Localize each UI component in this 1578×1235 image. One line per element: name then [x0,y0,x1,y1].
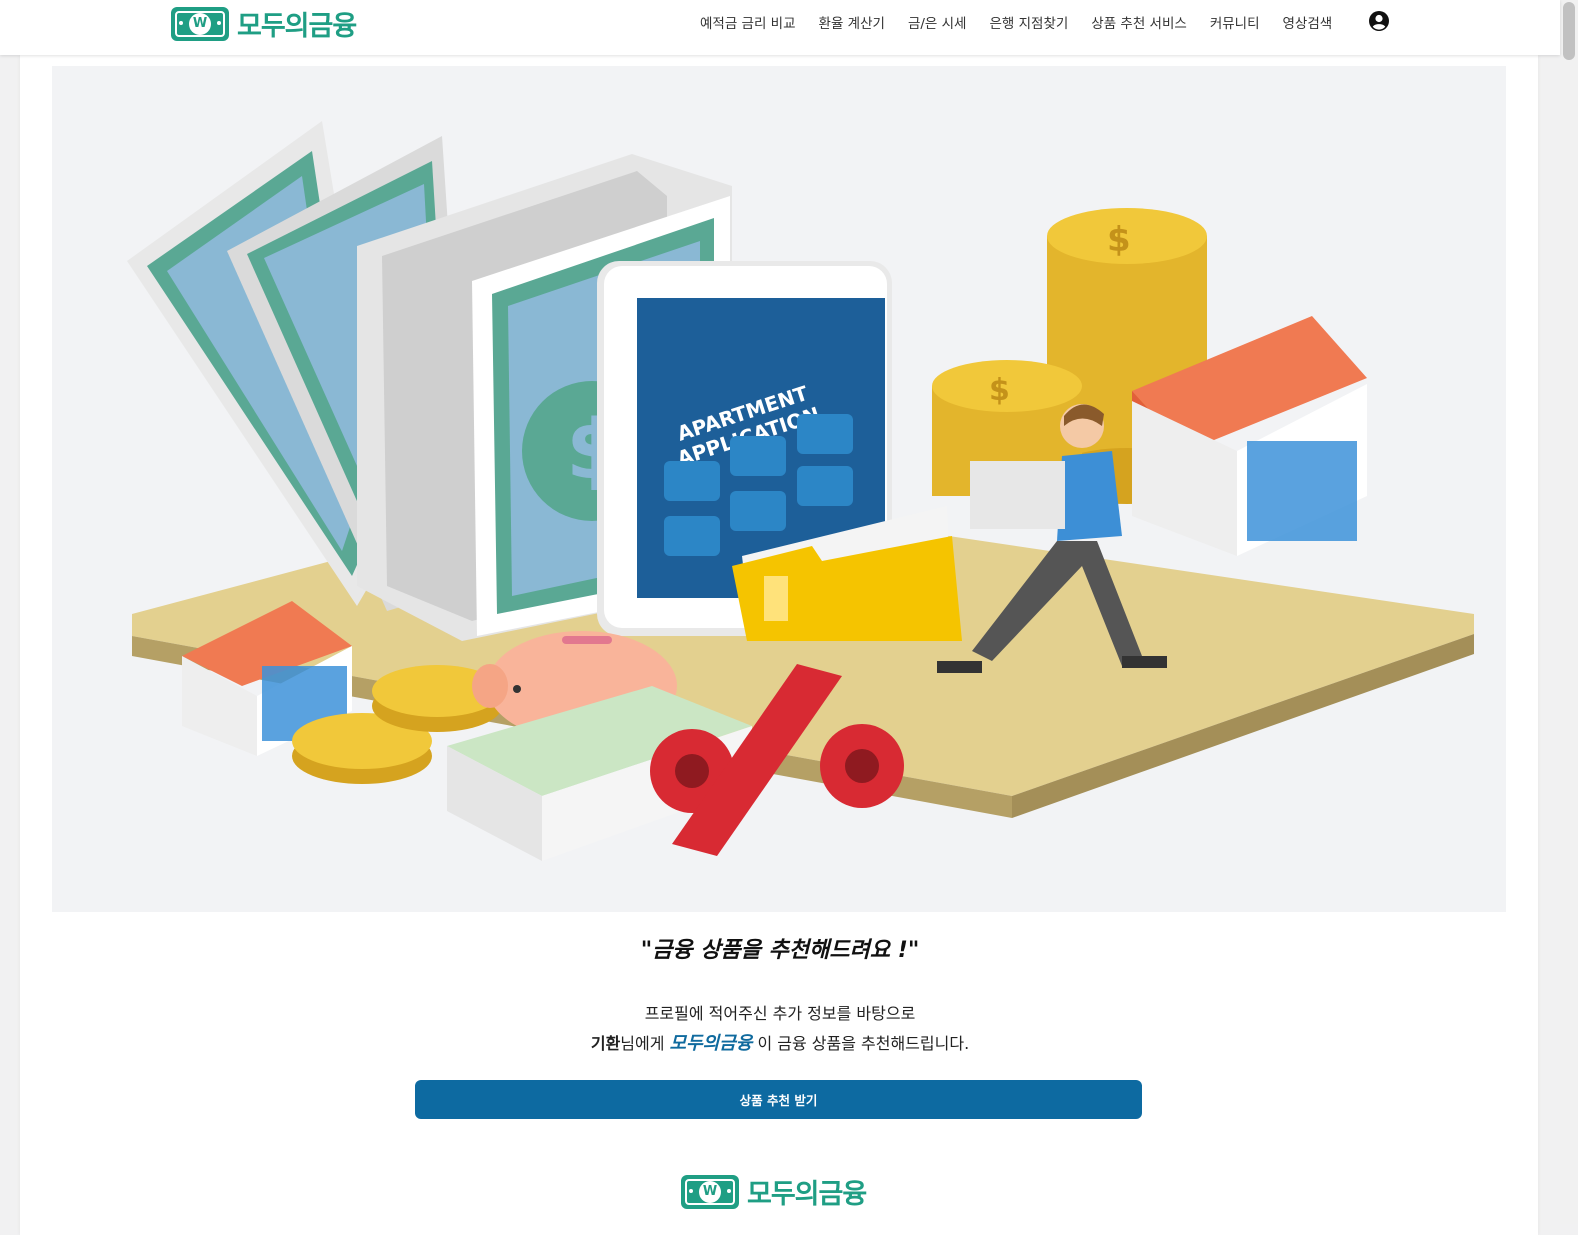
nav-item-exchange-calculator[interactable]: 환율 계산기 [819,12,885,32]
brand-name: 모두의금융 [237,11,357,42]
svg-text:$: $ [989,373,1010,408]
nav-item-deposit-rates[interactable]: 예적금 금리 비교 [700,12,796,32]
top-navigation-bar: W 모두의금융 예적금 금리 비교 환율 계산기 금/은 시세 은행 지점찾기 … [0,0,1560,55]
svg-text:$: $ [1107,220,1131,260]
main-nav: 예적금 금리 비교 환율 계산기 금/은 시세 은행 지점찾기 상품 추천 서비… [700,0,1355,44]
footer-logo[interactable]: W 모두의금융 [681,1172,867,1211]
money-logo-icon: W [681,1174,739,1209]
footer-brand-name: 모두의금융 [747,1179,867,1210]
description-line-2: 기환님에게 모두의금융 이 금융 상품을 추천해드립니다. [0,1029,1560,1055]
description-line-1: 프로필에 적어주신 추가 정보를 바탕으로 [644,1004,916,1023]
get-recommendation-button[interactable]: 상품 추천 받기 [415,1080,1142,1119]
nav-item-video-search[interactable]: 영상검색 [1283,12,1333,32]
hero-illustration: $ APARTMENT APPLICATION $ $ [52,66,1506,912]
user-name: 기환 [590,1034,621,1053]
nav-item-community[interactable]: 커뮤니티 [1210,12,1260,32]
description-greeting: 님에게 [620,1034,670,1053]
scrollbar-track[interactable] [1560,0,1578,1224]
user-circle-icon[interactable] [1369,11,1389,31]
money-logo-icon: W [171,6,229,41]
header-logo[interactable]: W 모두의금융 [171,4,357,43]
scrollbar-thumb[interactable] [1563,2,1575,60]
finance-illustration: $ APARTMENT APPLICATION $ $ [127,121,1474,861]
recommendation-headline: "금융 상품을 추천해드려요 !" [640,938,920,963]
nav-item-gold-silver-price[interactable]: 금/은 시세 [908,12,967,32]
description-ending: 이 금융 상품을 추천해드립니다. [752,1034,970,1053]
nav-item-bank-branch-finder[interactable]: 은행 지점찾기 [989,12,1068,32]
nav-item-product-recommendation[interactable]: 상품 추천 서비스 [1091,12,1187,32]
inline-brand-name: 모두의금융 [669,1033,753,1054]
